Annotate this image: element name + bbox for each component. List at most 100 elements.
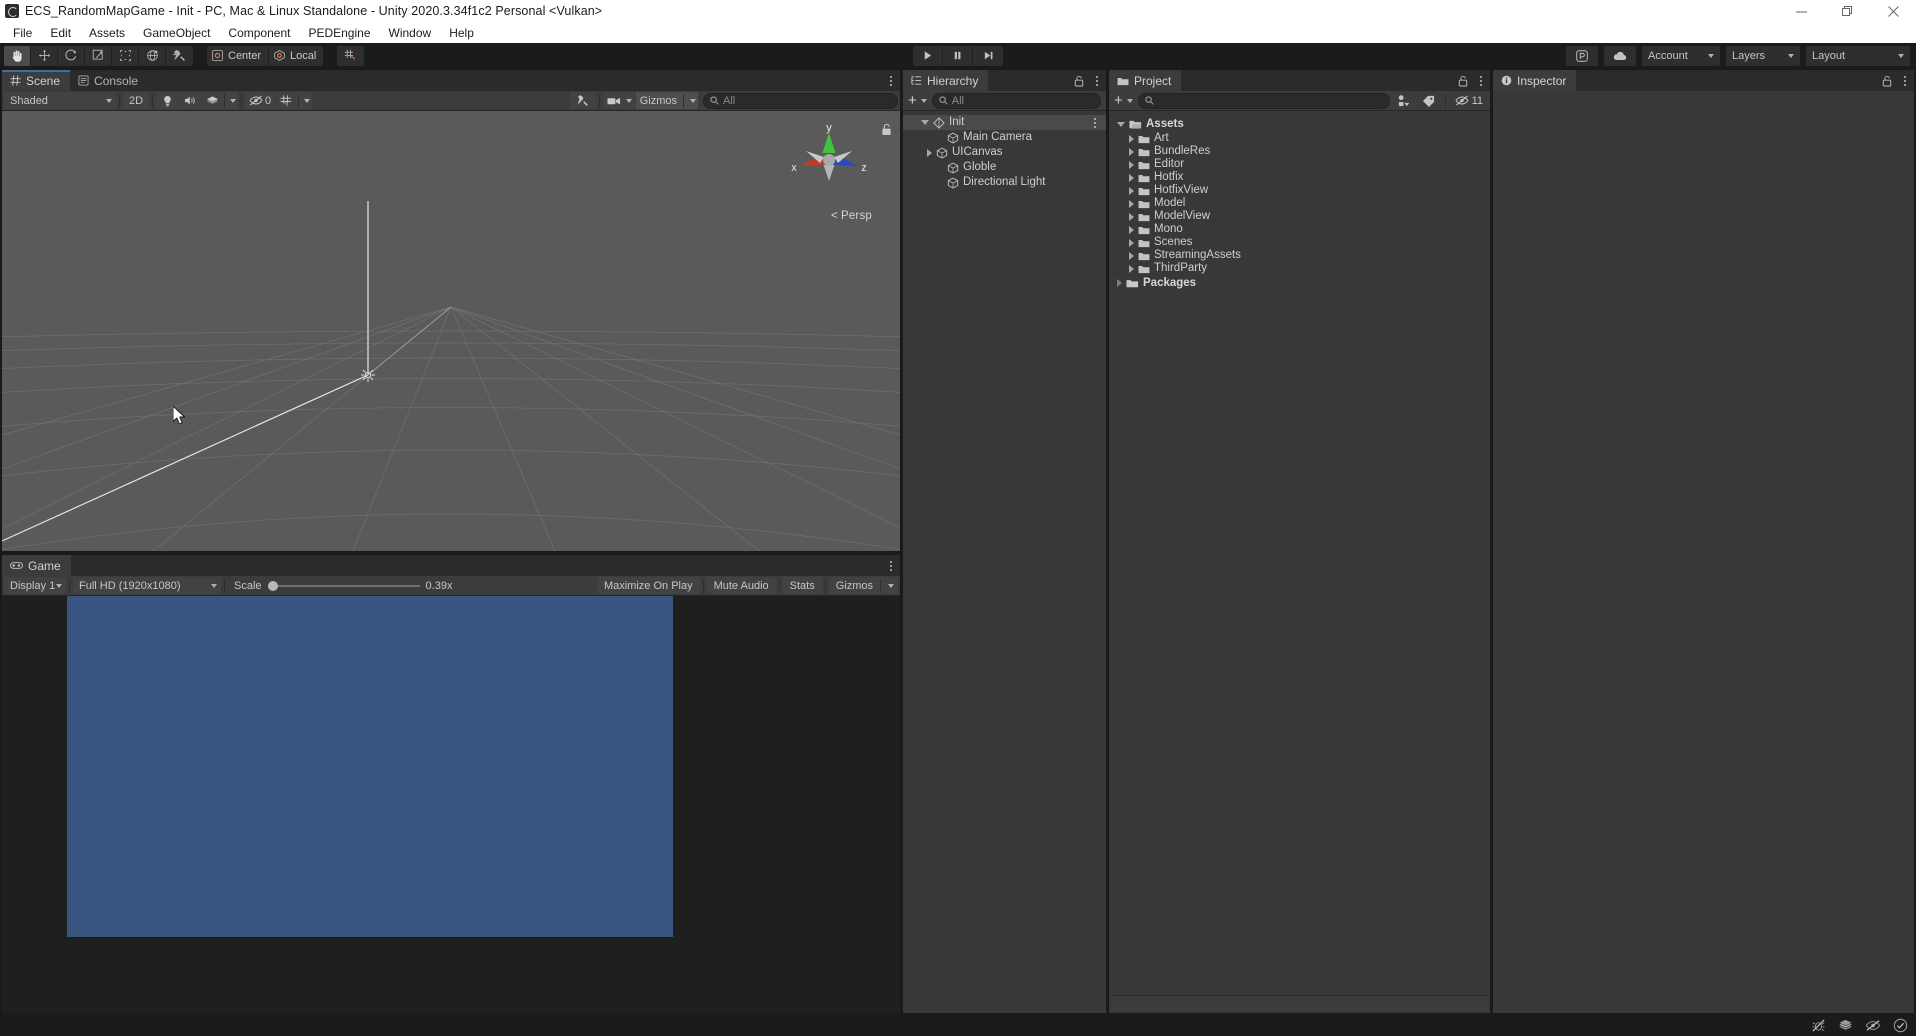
pause-button[interactable]: [943, 45, 973, 66]
tab-scene[interactable]: Scene: [2, 70, 71, 91]
scene-hidden-objects-button[interactable]: 0: [245, 92, 276, 109]
pivot-mode-button[interactable]: Center: [207, 45, 270, 66]
eye-off-icon[interactable]: [1865, 1019, 1881, 1032]
project-item-editor[interactable]: Editor: [1109, 158, 1490, 171]
chevron-right-icon[interactable]: [1129, 199, 1134, 208]
menu-file[interactable]: File: [4, 24, 41, 42]
account-dropdown[interactable]: Account: [1642, 45, 1720, 66]
chevron-right-icon[interactable]: [1129, 251, 1134, 260]
play-button[interactable]: [913, 45, 943, 66]
menu-help[interactable]: Help: [440, 24, 483, 42]
scene-viewport[interactable]: y x z < Persp: [2, 111, 900, 551]
hierarchy-item-menu-button[interactable]: [1090, 117, 1100, 128]
menu-pedengine[interactable]: PEDEngine: [299, 24, 379, 42]
scale-tool-button[interactable]: [85, 45, 112, 66]
handle-mode-button[interactable]: Local: [269, 45, 324, 66]
hierarchy-create-button[interactable]: +: [905, 92, 929, 109]
project-item-bundleres[interactable]: BundleRes: [1109, 145, 1490, 158]
game-stats-toggle[interactable]: Stats: [782, 577, 822, 594]
project-item-streamingassets[interactable]: StreamingAssets: [1109, 249, 1490, 262]
game-aspect-dropdown[interactable]: Full HD (1920x1080): [73, 577, 221, 594]
menu-assets[interactable]: Assets: [80, 24, 134, 42]
scene-audio-toggle[interactable]: [179, 92, 201, 109]
rotate-tool-button[interactable]: [58, 45, 85, 66]
hierarchy-search-input[interactable]: All: [931, 92, 1101, 109]
project-item-packages[interactable]: Packages: [1109, 275, 1490, 291]
game-mute-audio-toggle[interactable]: Mute Audio: [706, 577, 776, 594]
project-visibility-button[interactable]: 11: [1451, 92, 1488, 109]
hand-tool-button[interactable]: [4, 45, 31, 66]
hierarchy-item-globle[interactable]: Globle: [903, 160, 1106, 175]
scene-gizmos-dropdown[interactable]: Gizmos: [635, 92, 698, 109]
menu-window[interactable]: Window: [380, 24, 441, 42]
chevron-right-icon[interactable]: [1129, 147, 1134, 156]
project-save-filter-button[interactable]: [1393, 92, 1415, 109]
project-item-hotfix[interactable]: Hotfix: [1109, 171, 1490, 184]
maximize-button[interactable]: [1824, 0, 1870, 22]
chevron-right-icon[interactable]: [1129, 186, 1134, 195]
slider-handle[interactable]: [267, 580, 278, 591]
hierarchy-item-uicanvas[interactable]: UICanvas: [903, 145, 1106, 160]
scene-grid-visibility-dropdown[interactable]: [276, 92, 313, 109]
chevron-right-icon[interactable]: [1117, 279, 1122, 287]
inspector-menu-button[interactable]: [1900, 75, 1910, 86]
chevron-right-icon[interactable]: [1129, 264, 1134, 273]
game-menu-button[interactable]: [886, 560, 896, 571]
project-item-thirdparty[interactable]: ThirdParty: [1109, 262, 1490, 275]
game-scale-slider[interactable]: Scale 0.39x: [228, 580, 458, 592]
hierarchy-item-main-camera[interactable]: Main Camera: [903, 130, 1106, 145]
project-label-button[interactable]: [1418, 92, 1440, 109]
chevron-down-icon[interactable]: [1117, 121, 1125, 127]
menu-edit[interactable]: Edit: [41, 24, 80, 42]
scene-fx-dropdown[interactable]: [202, 92, 238, 109]
transform-tool-button[interactable]: [139, 45, 166, 66]
minimize-button[interactable]: [1778, 0, 1824, 22]
scene-lighting-toggle[interactable]: [156, 92, 178, 109]
scene-orientation-gizmo[interactable]: y x z: [788, 119, 870, 201]
project-item-model[interactable]: Model: [1109, 197, 1490, 210]
custom-tool-button[interactable]: [166, 45, 193, 66]
scene-search-input[interactable]: All: [703, 92, 898, 109]
tab-project[interactable]: Project: [1109, 70, 1182, 91]
step-button[interactable]: [973, 45, 1003, 66]
project-item-assets[interactable]: Assets: [1109, 116, 1490, 132]
tab-inspector[interactable]: Inspector: [1493, 70, 1577, 91]
scene-drawmode-dropdown[interactable]: Shaded: [4, 92, 116, 109]
tab-game[interactable]: Game: [2, 555, 71, 576]
scene-camera-dropdown[interactable]: [602, 92, 635, 109]
chevron-right-icon[interactable]: [927, 148, 932, 157]
hierarchy-item-init[interactable]: Init: [903, 115, 1106, 130]
chevron-right-icon[interactable]: [1129, 134, 1134, 143]
project-item-hotfixview[interactable]: HotfixView: [1109, 184, 1490, 197]
scale-slider-track[interactable]: [267, 580, 420, 592]
lock-open-icon[interactable]: [1882, 75, 1892, 87]
scene-component-tools-button[interactable]: [569, 92, 596, 109]
lock-open-icon[interactable]: [881, 123, 892, 136]
close-button[interactable]: [1870, 0, 1916, 22]
stack-icon[interactable]: [1838, 1018, 1853, 1033]
chevron-right-icon[interactable]: [1129, 225, 1134, 234]
project-item-mono[interactable]: Mono: [1109, 223, 1490, 236]
chevron-right-icon[interactable]: [1129, 212, 1134, 221]
game-viewport[interactable]: [2, 596, 900, 1013]
scene-menu-button[interactable]: [886, 75, 896, 86]
bug-off-icon[interactable]: [1811, 1018, 1826, 1033]
rect-tool-button[interactable]: [112, 45, 139, 66]
lock-open-icon[interactable]: [1074, 75, 1084, 87]
tab-console[interactable]: Console: [70, 70, 148, 91]
project-item-modelview[interactable]: ModelView: [1109, 210, 1490, 223]
cloud-button[interactable]: [1604, 45, 1636, 66]
hierarchy-menu-button[interactable]: [1092, 75, 1102, 86]
layout-dropdown[interactable]: Layout: [1806, 45, 1910, 66]
menu-component[interactable]: Component: [219, 24, 299, 42]
game-gizmos-dropdown[interactable]: Gizmos: [828, 577, 898, 594]
project-search-input[interactable]: [1137, 92, 1390, 109]
game-maximize-on-play-toggle[interactable]: Maximize On Play: [596, 577, 700, 594]
project-item-scenes[interactable]: Scenes: [1109, 236, 1490, 249]
menu-gameobject[interactable]: GameObject: [134, 24, 219, 42]
hierarchy-item-directional-light[interactable]: Directional Light: [903, 175, 1106, 190]
collab-button[interactable]: [1566, 45, 1598, 66]
chevron-right-icon[interactable]: [1129, 238, 1134, 247]
lock-open-icon[interactable]: [1458, 75, 1468, 87]
move-tool-button[interactable]: [31, 45, 58, 66]
